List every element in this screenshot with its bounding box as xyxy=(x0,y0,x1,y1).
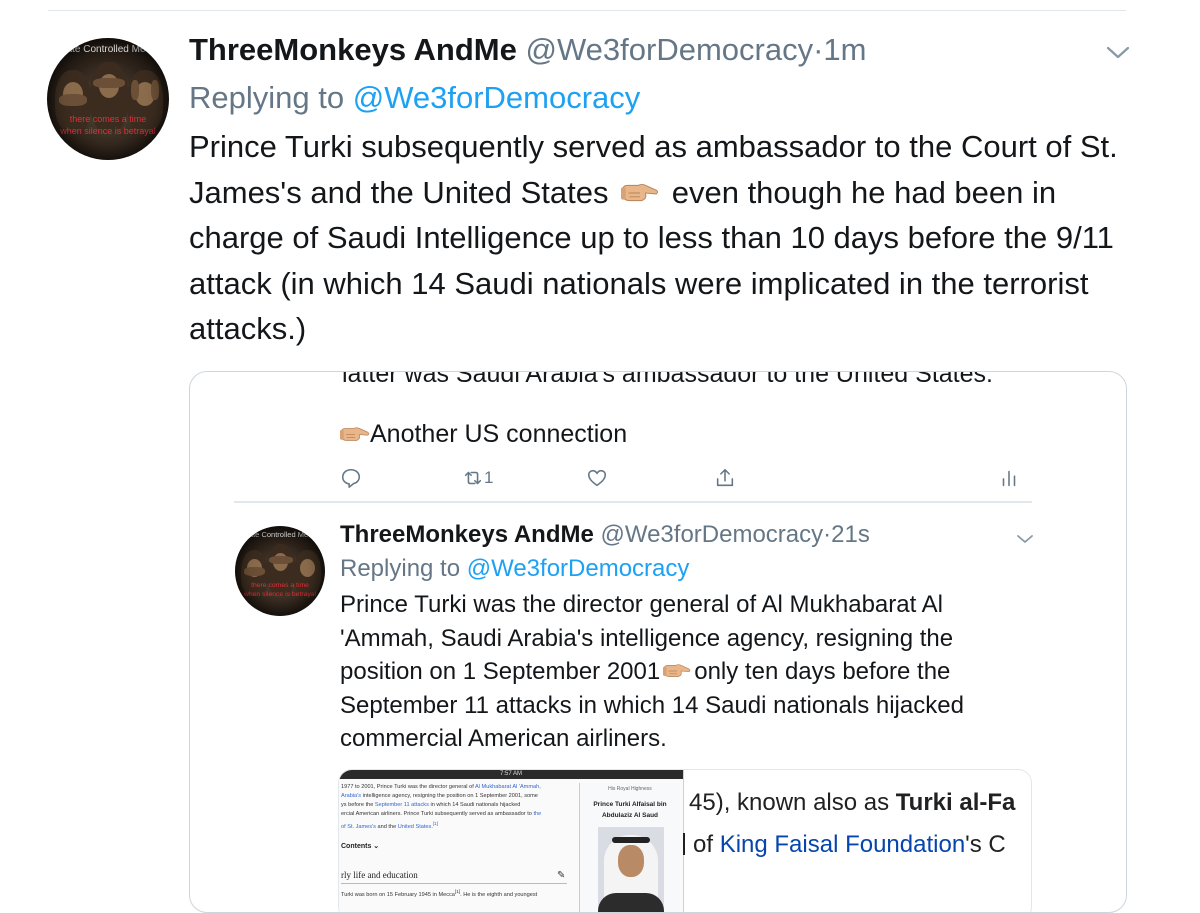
pencil-icon: ✎ xyxy=(557,870,566,881)
wiki-link: Arabia's xyxy=(341,793,362,799)
tweet-actions-bar: 1 xyxy=(340,462,1040,494)
preview-bold-name: Turki al-Fa xyxy=(895,789,1016,816)
share-action[interactable] xyxy=(714,462,736,494)
analytics-icon xyxy=(1002,470,1016,487)
top-divider xyxy=(48,10,1126,11)
pointing-hand-emoji-icon xyxy=(621,181,659,205)
wiki-text: and the xyxy=(377,823,397,830)
separator-dot: · xyxy=(823,521,832,548)
preview-text-line: 45), known also as Turki al-Fa xyxy=(689,789,1015,817)
wiki-infobox: His Royal Highness Prince Turki Alfaisal… xyxy=(579,783,680,912)
avatar-ring xyxy=(235,526,325,616)
replying-to: Replying to @We3forDemocracy xyxy=(340,552,689,586)
wiki-ref: [1] xyxy=(432,821,439,826)
wiki-link: United States. xyxy=(397,823,433,830)
wiki-link: Mecca xyxy=(438,891,455,898)
wiki-text: 1977 to 2001, Prince Turki was the direc… xyxy=(341,784,474,790)
analytics-action[interactable] xyxy=(998,462,1020,494)
thread-divider xyxy=(234,501,1032,503)
timestamp[interactable]: 1m xyxy=(823,32,866,67)
display-name[interactable]: ThreeMonkeys AndMe xyxy=(340,521,594,548)
wiki-contents-toggle: Contents ⌄ xyxy=(341,843,380,850)
chevron-down-icon[interactable] xyxy=(1103,38,1133,68)
wiki-link: September 11 attacks xyxy=(374,802,429,808)
profile-avatar[interactable]: State Controlled Media there comes a tim… xyxy=(235,526,325,616)
wiki-paragraph: 1977 to 2001, Prince Turki was the direc… xyxy=(341,783,571,832)
retweet-icon xyxy=(464,471,482,485)
infobox-title: His Royal Highness xyxy=(608,786,652,792)
profile-avatar[interactable]: State Controlled Media there comes a tim… xyxy=(47,38,169,160)
wiki-text: ys before the xyxy=(341,802,374,808)
reply-action[interactable] xyxy=(340,462,362,494)
attached-images[interactable]: 7:57 AM 1977 to 2001, Prince Turki was t… xyxy=(338,769,1032,912)
replying-handle-link[interactable]: @We3forDemocracy xyxy=(467,555,690,582)
tweet-text: Prince Turki subsequently served as amba… xyxy=(189,124,1129,352)
avatar-ring xyxy=(47,38,169,160)
replying-to: Replying to @We3forDemocracy xyxy=(189,76,640,120)
portrait-photo xyxy=(598,827,664,912)
like-action[interactable] xyxy=(586,462,608,494)
timestamp[interactable]: 21s xyxy=(831,521,870,548)
retweet-action[interactable]: 1 xyxy=(462,462,493,494)
display-name[interactable]: ThreeMonkeys AndMe xyxy=(189,32,517,67)
user-handle[interactable]: @We3forDemocracy xyxy=(601,521,824,548)
status-bar-time: 7:57 AM xyxy=(339,770,683,779)
pointing-hand-emoji-icon xyxy=(340,425,370,444)
preview-link: King Faisal Foundation xyxy=(719,831,966,858)
wiki-foot-text: Turki was born on 15 February 1945 in Me… xyxy=(341,889,537,898)
replying-prefix: Replying to xyxy=(189,80,345,115)
preview-text: 's C xyxy=(965,831,1006,858)
comment-icon xyxy=(341,468,361,488)
truncated-text-line: latter was Saudi Arabia's ambassador to … xyxy=(342,371,993,388)
inner-tweet-text: Prince Turki was the director general of… xyxy=(340,588,1000,756)
replying-prefix: Replying to xyxy=(340,555,461,582)
share-icon xyxy=(716,468,734,487)
wiki-text: . He is the eighth and youngest xyxy=(460,891,538,898)
quoted-tweet-text: Another US connection xyxy=(340,417,627,451)
quoted-thread-card[interactable]: latter was Saudi Arabia's ambassador to … xyxy=(189,371,1127,913)
separator-dot: · xyxy=(813,32,824,67)
wiki-section-rule xyxy=(341,883,567,884)
wikipedia-screenshot-image[interactable]: 7:57 AM 1977 to 2001, Prince Turki was t… xyxy=(339,770,684,912)
replying-handle-link[interactable]: @We3forDemocracy xyxy=(353,80,641,115)
preview-text: of xyxy=(693,831,720,858)
heart-icon xyxy=(587,469,607,487)
tweet-header: ThreeMonkeys AndMe @We3forDemocracy·1m xyxy=(189,28,867,72)
wiki-text: ercial American airliners. Prince Turki … xyxy=(341,811,532,817)
wiki-link: of St. James's xyxy=(341,823,376,830)
wiki-link: the xyxy=(533,811,542,817)
preview-text-line: of King Faisal Foundation's C xyxy=(683,831,1006,859)
pointing-hand-emoji-icon xyxy=(663,662,691,680)
wiki-text: Turki was born on 15 February 1945 in xyxy=(341,891,437,898)
another-connection-text: Another US connection xyxy=(370,420,628,448)
infobox-name-line: Abdulaziz Al Saud xyxy=(601,812,659,819)
user-handle[interactable]: @We3forDemocracy xyxy=(526,32,814,67)
infobox-name: Prince Turki Alfaisal bin Abdulaziz Al S… xyxy=(580,799,680,821)
wiki-section-heading: rly life and education xyxy=(341,870,418,880)
preview-text: 45), known also as xyxy=(689,789,896,816)
chevron-down-icon[interactable] xyxy=(1014,528,1036,550)
wiki-text: in which 14 Saudi nationals hijacked xyxy=(430,802,521,808)
wiki-text: intelligence agency, resigning the posit… xyxy=(362,793,538,799)
retweet-count: 1 xyxy=(484,468,494,487)
wiki-link: Al Mukhabarat Al 'Ammah, xyxy=(475,784,541,790)
wikipedia-text-image[interactable]: 45), known also as Turki al-Fa of King F… xyxy=(683,770,1031,912)
infobox-name-line: Prince Turki Alfaisal bin xyxy=(593,801,667,808)
inner-tweet-header: ThreeMonkeys AndMe @We3forDemocracy·21s xyxy=(340,518,870,552)
